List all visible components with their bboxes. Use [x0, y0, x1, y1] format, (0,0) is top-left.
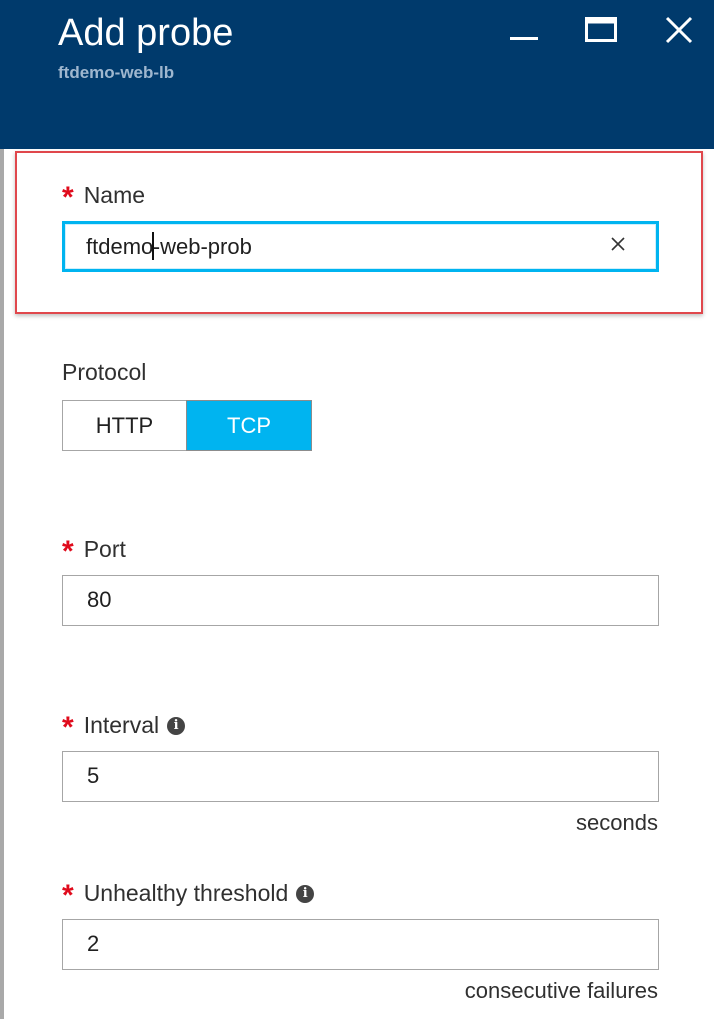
text-caret — [152, 232, 154, 261]
threshold-input[interactable]: 2 — [62, 919, 659, 970]
info-icon[interactable]: i — [296, 885, 315, 903]
blade-subtitle: ftdemo-web-lb — [58, 63, 175, 82]
blade-left-edge — [0, 0, 4, 1019]
interval-label-text: Interval — [83, 712, 160, 738]
name-input-value-start: ftdemo — [86, 234, 154, 259]
name-input-value-end: -web-prob — [152, 234, 252, 259]
threshold-unit-label: consecutive failures — [464, 978, 658, 1003]
required-marker: * — [62, 181, 74, 214]
required-marker: * — [62, 879, 74, 912]
port-label-text: Port — [83, 536, 126, 562]
required-marker: * — [62, 711, 74, 744]
interval-label: * Interval i — [62, 710, 186, 744]
interval-unit-label: seconds — [576, 810, 658, 835]
info-icon[interactable]: i — [167, 717, 186, 735]
protocol-option-http[interactable]: HTTP — [62, 400, 187, 451]
required-marker: * — [62, 535, 74, 568]
name-input[interactable]: ftdemo-web-prob — [62, 221, 659, 272]
interval-input[interactable]: 5 — [62, 751, 659, 802]
blade-header: Add probe ftdemo-web-lb — [0, 0, 714, 149]
maximize-icon — [585, 17, 617, 42]
threshold-label-text: Unhealthy threshold — [83, 880, 289, 906]
maximize-button[interactable] — [579, 8, 623, 52]
port-input[interactable]: 80 — [62, 575, 659, 626]
minimize-button[interactable] — [502, 8, 546, 52]
close-icon — [665, 16, 693, 44]
blade-title: Add probe — [58, 12, 234, 54]
name-label-text: Name — [83, 182, 146, 208]
protocol-label: Protocol — [62, 359, 147, 385]
port-label: * Port — [62, 534, 126, 568]
minimize-icon — [510, 37, 538, 40]
threshold-label: * Unhealthy threshold i — [62, 878, 315, 912]
clear-input-icon[interactable] — [608, 234, 628, 254]
close-button[interactable] — [657, 8, 701, 52]
name-label: * Name — [62, 180, 146, 214]
protocol-option-tcp[interactable]: TCP — [186, 400, 312, 451]
